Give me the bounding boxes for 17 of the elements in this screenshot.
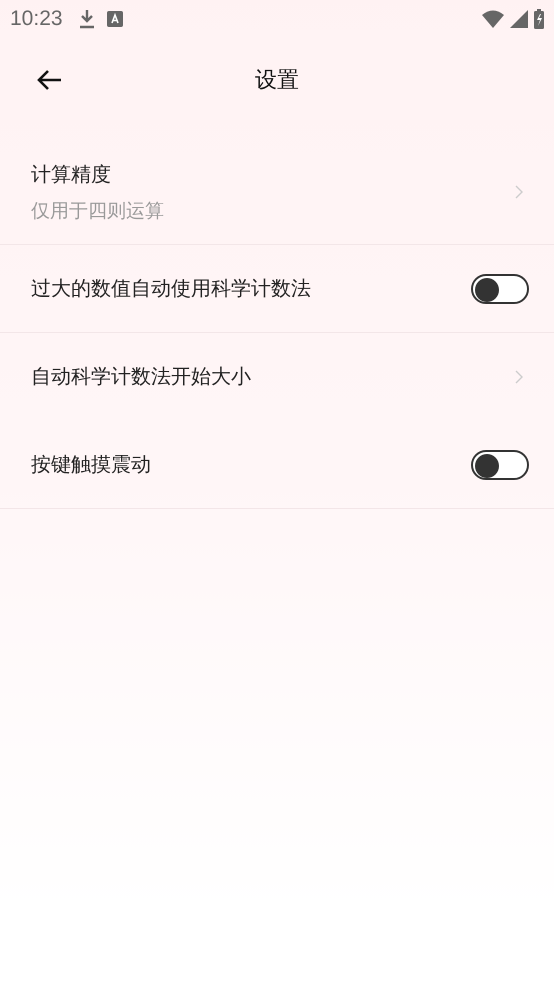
keyboard-icon [106, 11, 123, 27]
download-icon [78, 9, 95, 29]
setting-title[interactable]: 按键触摸震动 [31, 451, 471, 478]
signal-icon [510, 10, 528, 28]
setting-title[interactable]: 过大的数值自动使用科学计数法 [31, 275, 471, 302]
wifi-icon [482, 10, 504, 28]
setting-title[interactable]: 自动科学计数法开始大小 [31, 363, 515, 390]
chevron-icon [515, 185, 523, 199]
page-title: 设置 [255, 67, 299, 95]
back-arrow-icon[interactable] [36, 69, 62, 91]
battery-icon [534, 9, 544, 29]
setting-title[interactable]: 计算精度 [31, 160, 515, 188]
status-time: 10:23 [10, 7, 63, 31]
toggle-switch[interactable] [471, 450, 529, 480]
chevron-icon [515, 370, 523, 384]
toggle-switch[interactable] [471, 274, 529, 304]
setting-subtitle: 仅用于四则运算 [31, 198, 165, 224]
